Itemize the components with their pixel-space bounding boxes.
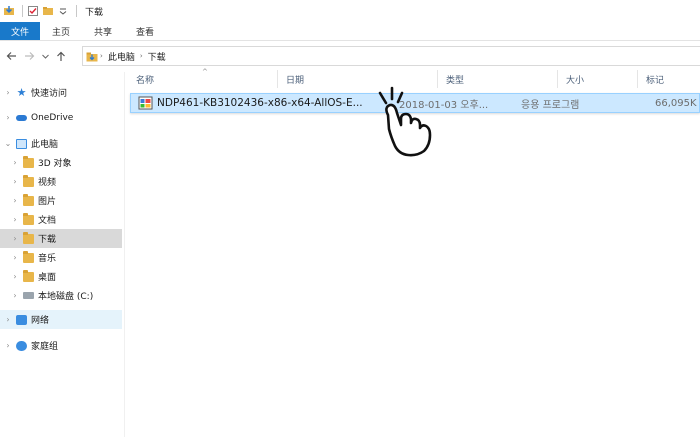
- downloads-folder-icon: [86, 52, 98, 61]
- chevron-right-icon[interactable]: ›: [10, 253, 20, 262]
- customize-toolbar-icon[interactable]: [57, 5, 69, 17]
- sidebar-item-quick-access[interactable]: › ★ 快速访问: [0, 83, 122, 102]
- column-header-size[interactable]: 大小: [558, 70, 638, 88]
- column-header-date[interactable]: 日期: [278, 70, 438, 88]
- tab-share[interactable]: 共享: [82, 22, 124, 40]
- navigation-bar: › 此电脑 › 下载: [0, 44, 700, 68]
- back-arrow-icon: [6, 52, 16, 60]
- chevron-right-icon[interactable]: ›: [3, 315, 13, 324]
- divider: [22, 5, 23, 17]
- sidebar-item-desktop[interactable]: › 桌面: [0, 267, 122, 286]
- sidebar-item-onedrive[interactable]: › OneDrive: [0, 108, 122, 127]
- sidebar-item-label: 本地磁盘 (C:): [38, 292, 94, 302]
- file-date: 2018-01-03 오후...: [399, 99, 489, 111]
- sidebar-item-local-disk-c[interactable]: › 本地磁盘 (C:): [0, 286, 122, 305]
- chevron-down-icon: [41, 54, 49, 59]
- sidebar-item-label: 音乐: [38, 254, 57, 264]
- chevron-right-icon[interactable]: ›: [10, 158, 20, 167]
- sidebar-item-label: 家庭组: [31, 342, 59, 352]
- folder-icon: [23, 231, 34, 244]
- column-header-type[interactable]: 类型: [438, 70, 558, 88]
- folder-icon: [23, 212, 34, 225]
- up-button[interactable]: [54, 48, 68, 64]
- sidebar-item-label: 下载: [38, 235, 57, 245]
- chevron-right-icon[interactable]: ›: [10, 196, 20, 205]
- network-icon: [16, 314, 27, 325]
- sidebar-item-music[interactable]: › 音乐: [0, 248, 122, 267]
- up-arrow-icon: [57, 51, 65, 61]
- sidebar-item-label: 图片: [38, 197, 57, 207]
- ribbon-tabs: 文件 主页 共享 查看: [0, 22, 700, 41]
- file-type: 응용 프로그램: [521, 99, 580, 111]
- forward-button[interactable]: [22, 48, 36, 64]
- drive-icon: [23, 292, 34, 299]
- window-title: 下载: [85, 7, 104, 18]
- column-headers: ^ 名称 日期 类型 大小 标记: [128, 68, 700, 88]
- new-folder-icon[interactable]: [42, 5, 54, 17]
- folder-icon: [23, 193, 34, 206]
- sidebar-item-homegroup[interactable]: › 家庭组: [0, 336, 122, 355]
- star-icon: ★: [16, 85, 27, 99]
- breadcrumb-this-pc[interactable]: 此电脑: [108, 50, 135, 63]
- column-header-name[interactable]: 名称: [128, 70, 278, 88]
- file-list: ^ 名称 日期 类型 大小 标记 NDP461-KB3102436-x86-x6…: [128, 66, 700, 437]
- folder-icon: [23, 250, 34, 263]
- chevron-right-icon[interactable]: ›: [3, 113, 13, 122]
- chevron-down-icon[interactable]: ⌄: [3, 139, 13, 148]
- folder-icon: [23, 155, 34, 168]
- column-header-tags[interactable]: 标记: [638, 70, 700, 88]
- properties-icon[interactable]: [27, 5, 39, 17]
- tab-file[interactable]: 文件: [0, 22, 41, 40]
- file-row[interactable]: NDP461-KB3102436-x86-x64-AllOS-E... 2018…: [130, 93, 700, 113]
- recent-locations-button[interactable]: [40, 48, 50, 64]
- installer-exe-icon: [138, 96, 153, 110]
- divider: [76, 5, 77, 17]
- sidebar-item-label: 此电脑: [31, 140, 59, 150]
- address-bar[interactable]: › 此电脑 › 下载: [82, 46, 700, 66]
- tab-view[interactable]: 查看: [124, 22, 166, 40]
- cloud-icon: [16, 114, 27, 121]
- sidebar-item-label: OneDrive: [31, 112, 74, 123]
- sidebar-item-this-pc[interactable]: ⌄ 此电脑: [0, 134, 122, 153]
- sidebar-item-pictures[interactable]: › 图片: [0, 191, 122, 210]
- sidebar-item-label: 桌面: [38, 273, 57, 283]
- chevron-right-icon[interactable]: ›: [10, 272, 20, 281]
- folder-icon: [23, 269, 34, 282]
- chevron-right-icon[interactable]: ›: [100, 52, 103, 60]
- sidebar-item-label: 网络: [31, 316, 50, 326]
- homegroup-icon: [16, 340, 27, 351]
- sidebar-item-label: 快速访问: [31, 89, 68, 99]
- sidebar-item-label: 文档: [38, 216, 57, 226]
- sidebar-item-label: 视频: [38, 178, 57, 188]
- chevron-right-icon[interactable]: ›: [3, 88, 13, 97]
- tab-home[interactable]: 主页: [40, 22, 82, 40]
- chevron-right-icon[interactable]: ›: [10, 234, 20, 243]
- sidebar-item-3d-objects[interactable]: › 3D 对象: [0, 153, 122, 172]
- file-name: NDP461-KB3102436-x86-x64-AllOS-E...: [157, 97, 363, 109]
- sidebar-item-label: 3D 对象: [38, 159, 72, 169]
- chevron-right-icon[interactable]: ›: [10, 177, 20, 186]
- chevron-right-icon[interactable]: ›: [10, 215, 20, 224]
- sidebar-item-network[interactable]: › 网络: [0, 310, 122, 329]
- chevron-right-icon[interactable]: ›: [3, 341, 13, 350]
- sidebar-item-downloads[interactable]: › 下载: [0, 229, 122, 248]
- chevron-right-icon[interactable]: ›: [140, 52, 143, 60]
- breadcrumb-downloads[interactable]: 下载: [148, 50, 166, 63]
- forward-arrow-icon: [24, 52, 34, 60]
- folder-icon: [23, 174, 34, 187]
- sidebar-item-documents[interactable]: › 文档: [0, 210, 122, 229]
- folder-arrow-icon[interactable]: [3, 5, 15, 17]
- chevron-right-icon[interactable]: ›: [10, 291, 20, 300]
- file-size: 66,095K: [655, 97, 697, 109]
- title-bar: 下载: [0, 0, 700, 22]
- computer-icon: [16, 138, 27, 149]
- back-button[interactable]: [4, 48, 18, 64]
- sidebar-item-videos[interactable]: › 视频: [0, 172, 122, 191]
- navigation-pane: › ★ 快速访问 › OneDrive ⌄ 此电脑 › 3D 对象 › 视频 ›…: [0, 72, 125, 437]
